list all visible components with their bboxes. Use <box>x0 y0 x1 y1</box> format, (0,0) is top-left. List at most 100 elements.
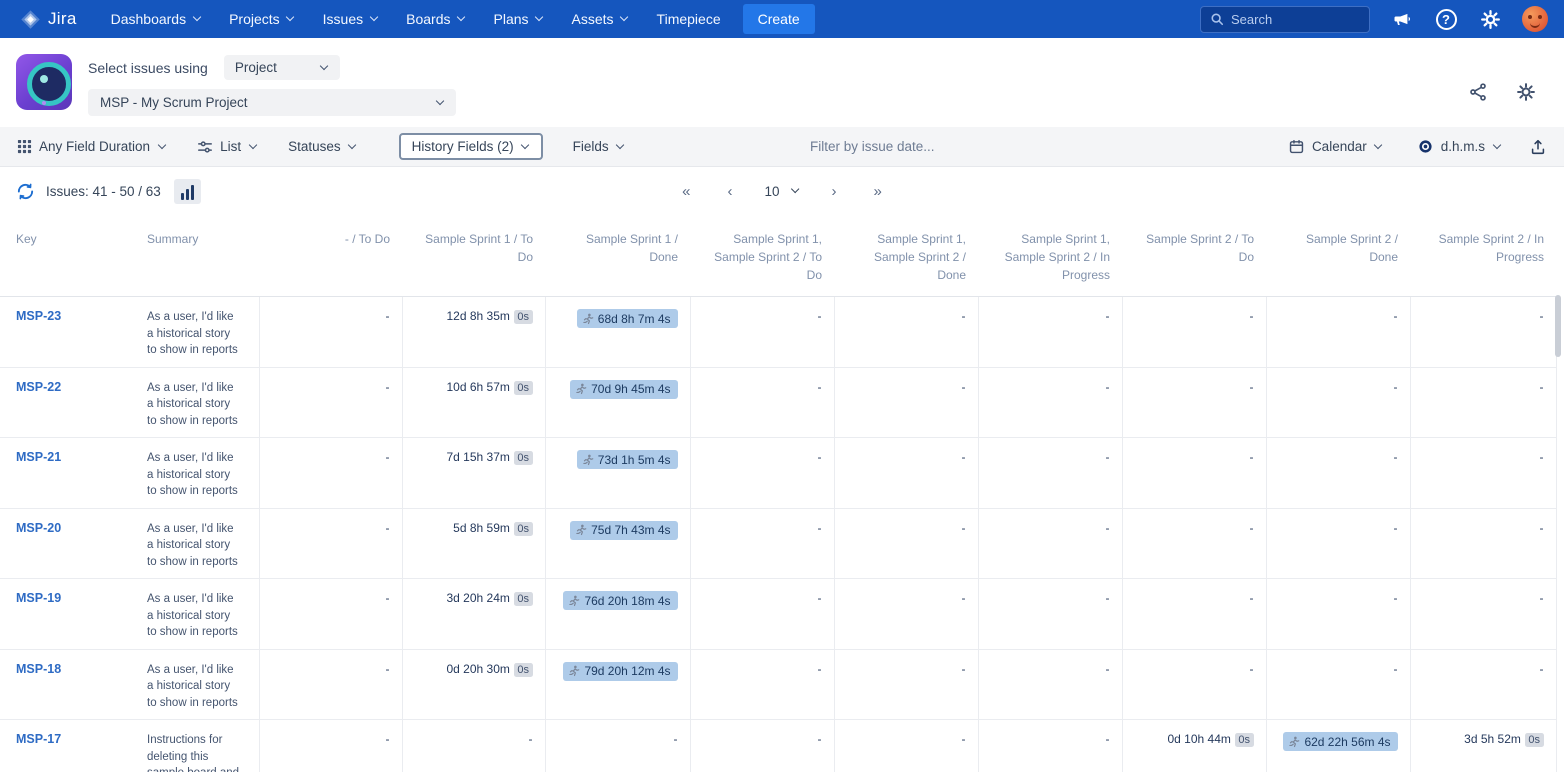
duration-cell: - <box>1266 508 1410 579</box>
duration-cell: - <box>690 579 834 650</box>
nav-item-projects[interactable]: Projects <box>229 11 295 27</box>
page-size-dropdown[interactable]: 10 <box>764 184 799 199</box>
nav-item-timepiece[interactable]: Timepiece <box>657 11 721 27</box>
column-header[interactable]: Summary <box>135 215 259 297</box>
pagination: « ‹ 10 › » <box>677 181 887 202</box>
view-mode-dropdown[interactable]: List <box>188 133 266 161</box>
issue-key-link[interactable]: MSP-20 <box>16 521 61 535</box>
nav-item-label: Plans <box>494 11 529 27</box>
user-avatar[interactable] <box>1522 6 1548 32</box>
nav-item-label: Dashboards <box>111 11 187 27</box>
column-header[interactable]: Sample Sprint 2 / To Do <box>1122 215 1266 297</box>
page-size-value: 10 <box>764 184 779 199</box>
duration-cell: 7d 15h 37m0s <box>402 438 545 509</box>
duration-cell: 76d 20h 18m 4s <box>545 579 690 650</box>
next-page-button[interactable]: › <box>827 181 842 202</box>
fields-dropdown[interactable]: Fields <box>564 133 634 160</box>
statuses-dropdown[interactable]: Statuses <box>279 133 366 160</box>
settings-button[interactable] <box>1478 7 1502 31</box>
chevron-down-icon <box>157 141 166 150</box>
duration-cell: 79d 20h 12m 4s <box>545 649 690 720</box>
view-mode-label: List <box>220 139 241 154</box>
create-button[interactable]: Create <box>743 4 815 34</box>
issue-key-link[interactable]: MSP-22 <box>16 380 61 394</box>
export-button[interactable] <box>1526 135 1550 159</box>
column-header[interactable]: Sample Sprint 1, Sample Sprint 2 / In Pr… <box>978 215 1122 297</box>
duration-cell: - <box>1266 438 1410 509</box>
column-header[interactable]: Sample Sprint 2 / Done <box>1266 215 1410 297</box>
refresh-button[interactable] <box>16 182 35 201</box>
key-cell: MSP-22 <box>0 367 135 438</box>
seconds-chip: 0s <box>1525 733 1544 747</box>
duration-cell: - <box>1122 297 1266 368</box>
duration-cell: 0d 10h 44m0s <box>1122 720 1266 772</box>
duration-cell: 0d 20h 30m0s <box>402 649 545 720</box>
column-header[interactable]: Sample Sprint 2 / In Progress <box>1410 215 1556 297</box>
nav-item-plans[interactable]: Plans <box>494 11 544 27</box>
issue-source-dropdown[interactable]: Project <box>224 55 340 80</box>
nav-item-boards[interactable]: Boards <box>406 11 465 27</box>
app-settings-button[interactable] <box>1514 80 1538 104</box>
duration-field-label: Any Field Duration <box>39 139 150 154</box>
seconds-chip: 0s <box>1235 733 1254 747</box>
issue-row: MSP-21As a user, I'd like a historical s… <box>0 438 1556 509</box>
runner-icon <box>575 383 587 395</box>
issue-key-link[interactable]: MSP-17 <box>16 732 61 746</box>
issue-key-link[interactable]: MSP-21 <box>16 450 61 464</box>
summary-cell: As a user, I'd like a historical story t… <box>135 367 259 438</box>
nav-item-dashboards[interactable]: Dashboards <box>111 11 202 27</box>
nav-item-issues[interactable]: Issues <box>323 11 378 27</box>
duration-cell: - <box>545 720 690 772</box>
issue-row: MSP-17Instructions for deleting this sam… <box>0 720 1556 772</box>
share-button[interactable] <box>1466 80 1490 104</box>
chevron-down-icon <box>348 141 357 150</box>
duration-cell: - <box>978 367 1122 438</box>
column-header[interactable]: Sample Sprint 1, Sample Sprint 2 / To Do <box>690 215 834 297</box>
duration-cell: 73d 1h 5m 4s <box>545 438 690 509</box>
first-page-button[interactable]: « <box>677 181 695 202</box>
project-dropdown[interactable]: MSP - My Scrum Project <box>88 89 456 116</box>
column-header[interactable]: Key <box>0 215 135 297</box>
announcements-button[interactable] <box>1390 7 1414 31</box>
vertical-scrollbar-thumb[interactable] <box>1555 295 1561 357</box>
column-header[interactable]: - / To Do <box>259 215 402 297</box>
time-format-label: d.h.m.s <box>1441 139 1485 154</box>
duration-cell: - <box>834 367 978 438</box>
last-page-button[interactable]: » <box>869 181 887 202</box>
calendar-dropdown[interactable]: Calendar <box>1279 132 1392 161</box>
runner-icon <box>568 665 580 677</box>
duration-cell: 62d 22h 56m 4s <box>1266 720 1410 772</box>
global-search[interactable] <box>1200 6 1370 33</box>
duration-cell: - <box>834 720 978 772</box>
column-header[interactable]: Sample Sprint 1, Sample Sprint 2 / Done <box>834 215 978 297</box>
column-header[interactable]: Sample Sprint 1 / Done <box>545 215 690 297</box>
duration-cell: - <box>1410 297 1556 368</box>
duration-cell: - <box>978 438 1122 509</box>
duration-field-dropdown[interactable]: Any Field Duration <box>8 133 175 160</box>
issue-key-link[interactable]: MSP-19 <box>16 591 61 605</box>
time-format-dropdown[interactable]: d.h.m.s <box>1408 132 1510 161</box>
issue-key-link[interactable]: MSP-23 <box>16 309 61 323</box>
help-button[interactable] <box>1434 7 1458 31</box>
search-input[interactable] <box>1231 12 1360 27</box>
issue-key-link[interactable]: MSP-18 <box>16 662 61 676</box>
previous-page-button[interactable]: ‹ <box>722 181 737 202</box>
history-fields-dropdown[interactable]: History Fields (2) <box>399 133 543 160</box>
nav-item-assets[interactable]: Assets <box>572 11 629 27</box>
duration-cell: - <box>1266 649 1410 720</box>
seconds-chip: 0s <box>514 592 533 606</box>
duration-cell: - <box>834 297 978 368</box>
issues-bar: Issues: 41 - 50 / 63 « ‹ 10 › » <box>0 167 1564 215</box>
duration-cell: - <box>1122 649 1266 720</box>
jira-logo[interactable]: Jira <box>20 9 77 30</box>
gear-icon <box>1480 9 1501 30</box>
chart-view-button[interactable] <box>174 179 201 204</box>
column-header[interactable]: Sample Sprint 1 / To Do <box>402 215 545 297</box>
chevron-down-icon <box>1492 141 1501 150</box>
issue-date-filter-input[interactable] <box>810 139 1010 154</box>
duration-cell: - <box>1266 297 1410 368</box>
duration-cell: - <box>259 367 402 438</box>
runner-icon <box>1288 736 1300 748</box>
issue-row: MSP-20As a user, I'd like a historical s… <box>0 508 1556 579</box>
brand-text: Jira <box>48 9 77 29</box>
